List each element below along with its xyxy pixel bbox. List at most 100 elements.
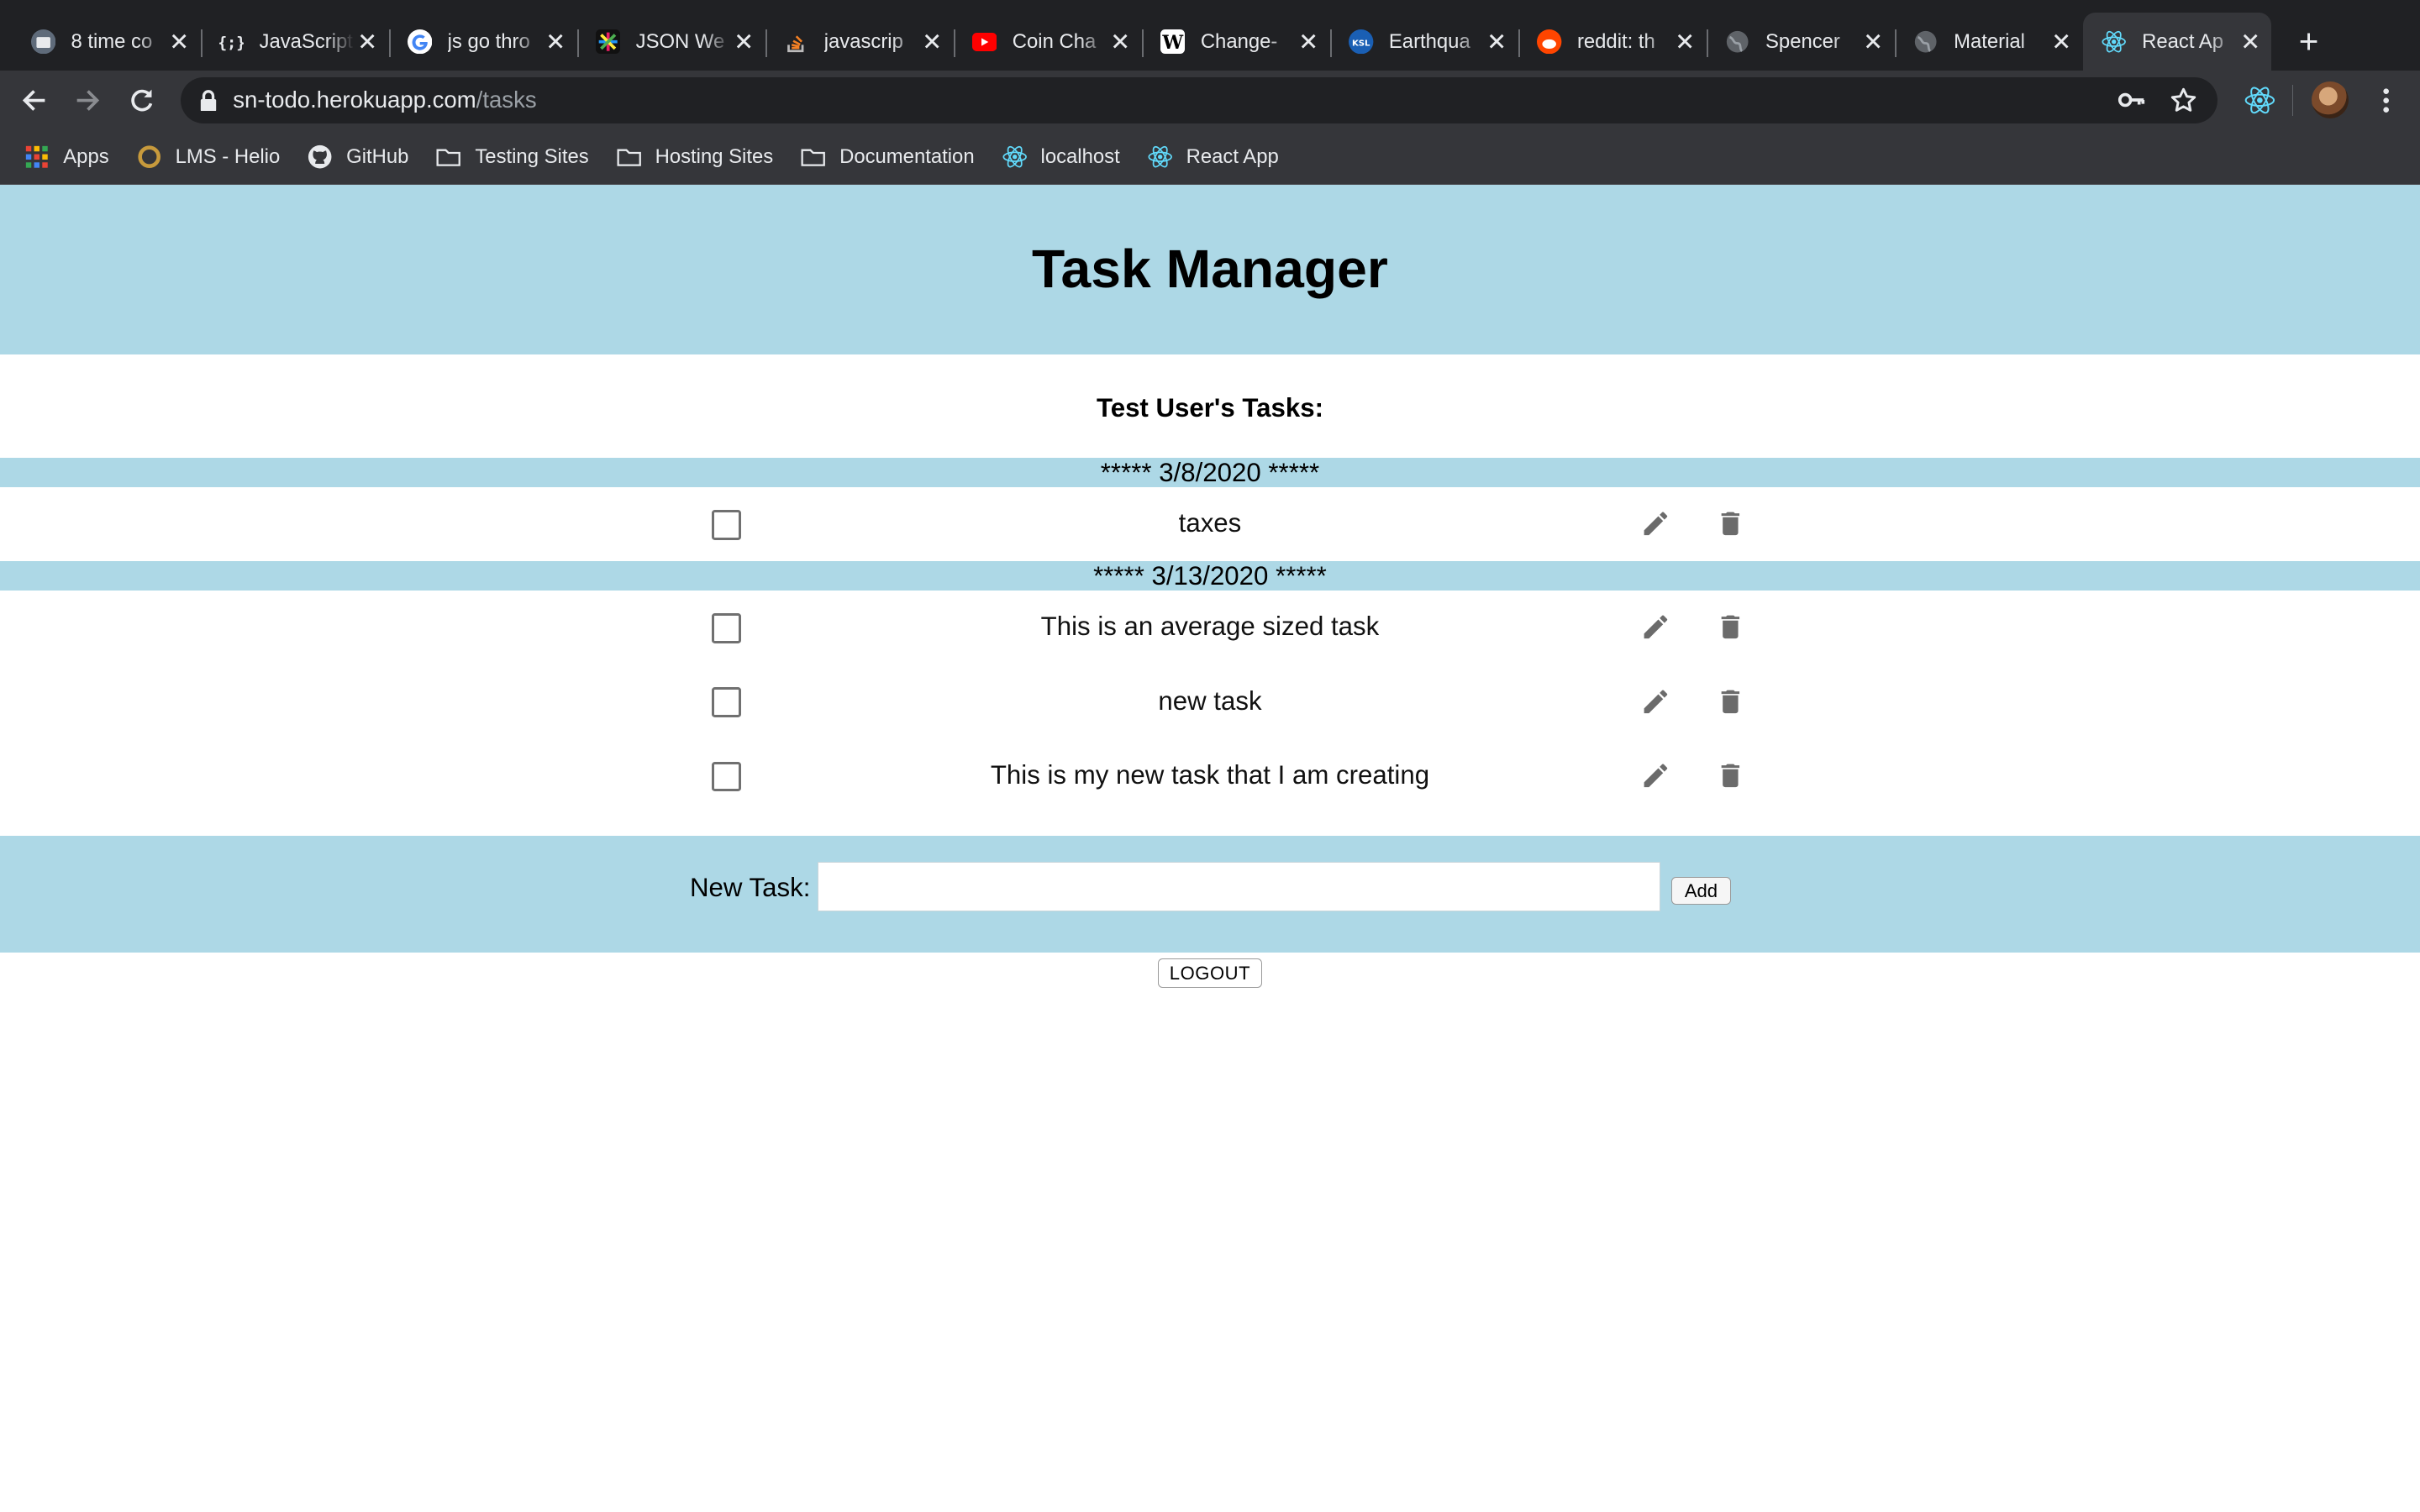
react-favicon bbox=[2102, 29, 2127, 54]
tab-close-icon[interactable] bbox=[2049, 29, 2074, 54]
user-tasks-heading: Test User's Tasks: bbox=[1096, 393, 1323, 423]
arrow-right-icon bbox=[76, 90, 100, 111]
bookmark-item[interactable]: React App bbox=[1148, 144, 1279, 169]
bookmark-item[interactable]: LMS - Helio bbox=[137, 144, 280, 169]
bookmark-label: Testing Sites bbox=[475, 144, 589, 168]
bookmark-star-button[interactable] bbox=[2165, 81, 2202, 118]
date-group-header: ***** 3/8/2020 ***** bbox=[0, 457, 2420, 487]
bookmark-item[interactable]: localhost bbox=[1002, 144, 1120, 169]
apps-grid-icon bbox=[24, 144, 49, 169]
edit-task-button[interactable] bbox=[1639, 685, 1673, 718]
logout-row: LOGOUT bbox=[0, 953, 2420, 988]
pencil-icon bbox=[1644, 615, 1668, 639]
forward-button[interactable] bbox=[66, 79, 109, 122]
browser-tab[interactable]: 8 time co bbox=[13, 13, 201, 71]
browser-menu-button[interactable] bbox=[2365, 79, 2407, 122]
browser-tab[interactable]: js go thro bbox=[388, 13, 577, 71]
tab-strip: 8 time co {;} JavaScript js go thro JSON We j… bbox=[0, 0, 2420, 71]
tab-close-icon[interactable] bbox=[2238, 29, 2262, 54]
browser-tab[interactable]: reddit: th bbox=[1518, 13, 1707, 71]
url-path: /tasks bbox=[476, 87, 537, 113]
bookmark-item[interactable]: Documentation bbox=[801, 144, 975, 169]
globe-favicon bbox=[1913, 29, 1938, 54]
browser-tab[interactable]: KSL Earthqua bbox=[1330, 13, 1518, 71]
tab-close-icon[interactable] bbox=[543, 29, 567, 54]
page-title: Task Manager bbox=[1032, 238, 1388, 299]
tab-title: Material bbox=[1954, 29, 2025, 53]
tab-close-icon[interactable] bbox=[166, 29, 191, 54]
tab-close-icon[interactable] bbox=[1861, 29, 1886, 54]
svg-text:W: W bbox=[1161, 32, 1183, 54]
task-row: This is my new task that I am creating bbox=[0, 738, 2420, 812]
password-key-button[interactable] bbox=[2113, 81, 2150, 118]
tab-title: 8 time co bbox=[71, 29, 153, 53]
url-text: sn-todo.herokuapp.com/tasks bbox=[233, 87, 2097, 113]
json-favicon bbox=[595, 29, 621, 55]
bookmarks-bar: Apps LMS - Helio GitHub Testing Sites Hostin… bbox=[0, 129, 2420, 186]
folder-icon bbox=[436, 144, 461, 169]
trash-icon bbox=[1721, 690, 1739, 713]
delete-task-button[interactable] bbox=[1713, 759, 1747, 792]
react-devtools-extension[interactable] bbox=[2239, 81, 2280, 121]
delete-task-button[interactable] bbox=[1713, 611, 1747, 644]
task-text: This is an average sized task bbox=[1040, 612, 1380, 642]
bookmark-label: localhost bbox=[1040, 144, 1120, 168]
tab-close-icon[interactable] bbox=[732, 29, 756, 54]
task-row: This is an average sized task bbox=[0, 591, 2420, 664]
bookmark-item[interactable]: Apps bbox=[24, 144, 109, 169]
add-task-button[interactable]: Add bbox=[1671, 877, 1731, 906]
pencil-icon bbox=[1644, 764, 1668, 787]
edit-task-button[interactable] bbox=[1639, 759, 1673, 792]
react-icon bbox=[1002, 144, 1027, 169]
url-host: sn-todo.herokuapp.com bbox=[233, 87, 476, 113]
new-task-input[interactable] bbox=[818, 861, 1661, 911]
delete-task-button[interactable] bbox=[1713, 685, 1747, 718]
bookmark-label: React App bbox=[1186, 144, 1279, 168]
tab-title: React Ap bbox=[2142, 29, 2223, 53]
bookmark-item[interactable]: Hosting Sites bbox=[617, 144, 773, 169]
new-tab-button[interactable]: + bbox=[2287, 20, 2330, 63]
browser-tab[interactable]: React Ap bbox=[2083, 12, 2272, 71]
address-bar[interactable]: sn-todo.herokuapp.com/tasks bbox=[180, 76, 2218, 123]
tab-title: js go thro bbox=[447, 29, 530, 53]
arrow-left-icon bbox=[22, 90, 45, 111]
app-header: Task Manager bbox=[0, 185, 2420, 355]
youtube-favicon bbox=[972, 29, 997, 54]
tabs-container: 8 time co {;} JavaScript js go thro JSON We j… bbox=[13, 12, 2272, 71]
tab-close-icon[interactable] bbox=[1673, 29, 1697, 54]
new-task-form: New Task: Add bbox=[0, 835, 2420, 953]
tab-close-icon[interactable] bbox=[1108, 29, 1133, 54]
reload-icon bbox=[131, 89, 153, 112]
bookmark-item[interactable]: Testing Sites bbox=[436, 144, 589, 169]
tab-close-icon[interactable] bbox=[920, 29, 944, 54]
trash-icon bbox=[1721, 764, 1739, 787]
browser-tab[interactable]: Material bbox=[1895, 13, 2083, 71]
react-icon bbox=[2244, 87, 2275, 114]
tab-title: reddit: th bbox=[1576, 29, 1655, 53]
tab-close-icon[interactable] bbox=[1297, 29, 1321, 54]
tab-close-icon[interactable] bbox=[355, 29, 379, 54]
browser-tab[interactable]: Coin Cha bbox=[954, 13, 1142, 71]
task-row: new task bbox=[0, 664, 2420, 738]
reddit-favicon bbox=[1537, 29, 1562, 55]
browser-tab[interactable]: W Change- bbox=[1142, 13, 1330, 71]
tab-close-icon[interactable] bbox=[1485, 29, 1509, 54]
browser-tab[interactable]: Spencer bbox=[1707, 13, 1895, 71]
browser-tab[interactable]: JSON We bbox=[576, 13, 765, 71]
logout-button[interactable]: LOGOUT bbox=[1157, 958, 1262, 988]
toolbar-divider bbox=[2291, 85, 2294, 116]
profile-avatar[interactable] bbox=[2312, 81, 2349, 119]
browser-tab[interactable]: javascrip bbox=[765, 13, 954, 71]
task-row: taxes bbox=[0, 487, 2420, 561]
bookmark-item[interactable]: GitHub bbox=[308, 144, 408, 169]
browser-tab[interactable]: {;} JavaScript bbox=[200, 13, 389, 71]
pencil-icon bbox=[1644, 690, 1668, 713]
edit-task-button[interactable] bbox=[1639, 611, 1673, 644]
reload-button[interactable] bbox=[120, 79, 163, 122]
stackoverflow-favicon bbox=[784, 29, 808, 54]
back-button[interactable] bbox=[13, 79, 55, 122]
bookmark-label: Apps bbox=[63, 144, 109, 168]
delete-task-button[interactable] bbox=[1713, 507, 1747, 540]
edit-task-button[interactable] bbox=[1639, 507, 1673, 540]
helio-icon bbox=[137, 144, 161, 169]
